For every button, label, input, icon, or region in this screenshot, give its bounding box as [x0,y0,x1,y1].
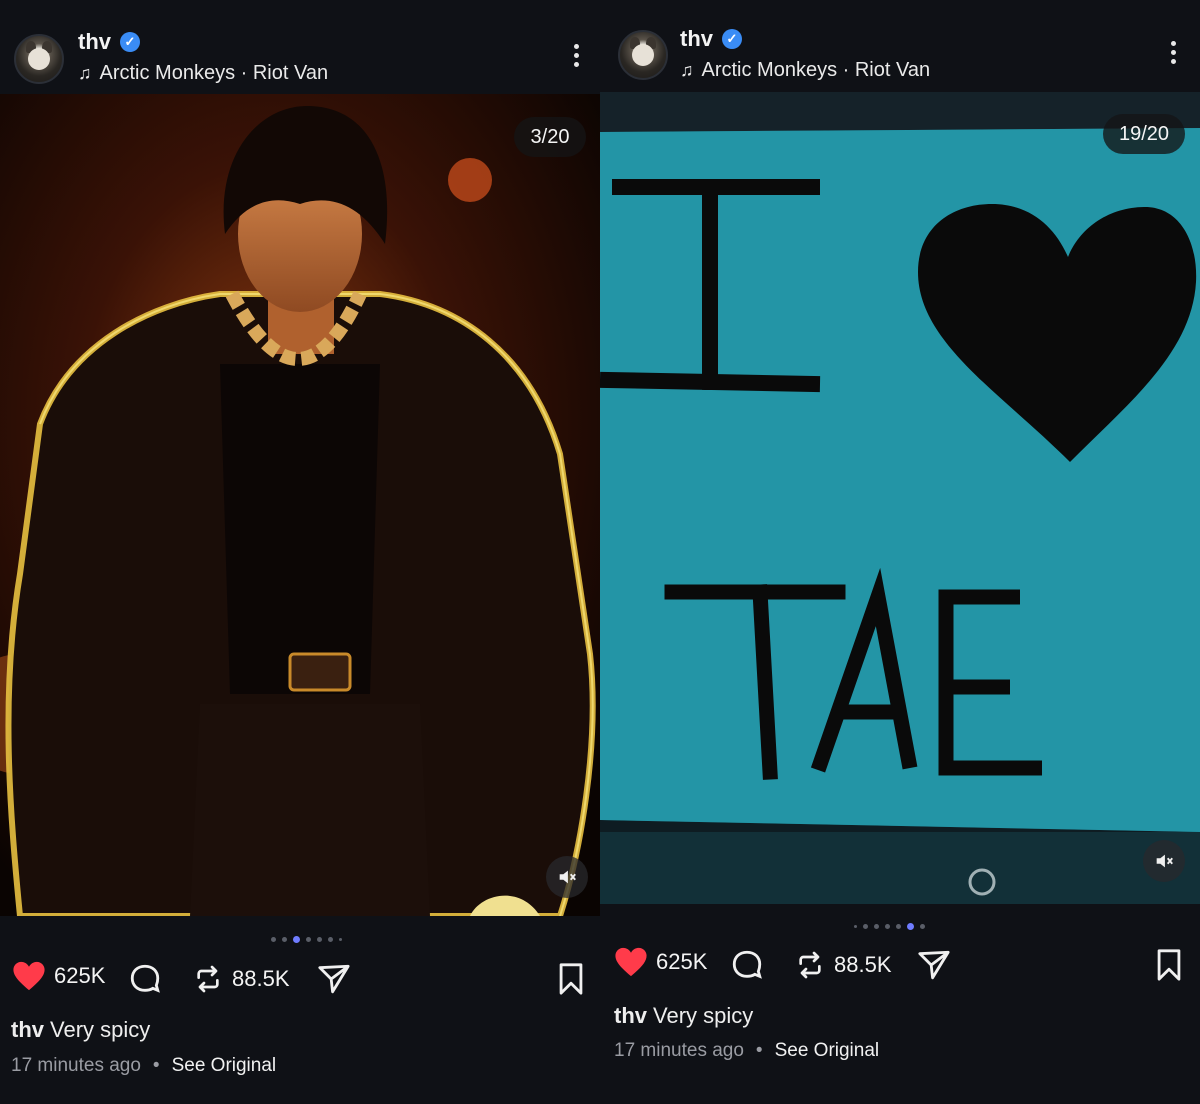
music-label[interactable]: ♫ Arctic Monkeys · Riot Van [78,62,328,85]
like-button[interactable]: 625K [12,960,105,992]
comment-icon [130,964,160,993]
post-meta: 17 minutes ago • See Original [614,1040,880,1061]
action-bar: 625K 88.5K [600,946,1200,990]
slide-counter: 19/20 [1103,114,1185,154]
verified-icon: ✓ [722,29,742,49]
username[interactable]: thv [680,26,713,52]
photo-performer [0,94,600,916]
music-text: Arctic Monkeys · Riot Van [701,59,931,81]
share-button[interactable] [316,962,352,996]
caption-text: Very spicy [50,1017,151,1042]
comment-icon [732,950,762,979]
heart-icon [13,961,45,991]
post-left: thv ✓ ♫ Arctic Monkeys · Riot Van 3/20 6… [0,0,600,1104]
caption-username[interactable]: thv [614,1003,647,1028]
carousel-dots [854,923,925,930]
like-count: 625K [656,949,708,974]
caption-username[interactable]: thv [11,1017,44,1042]
caption: thv Very spicy [614,1003,753,1029]
verified-icon: ✓ [120,32,140,52]
comment-button[interactable] [128,962,162,996]
like-button[interactable]: 625K [614,946,707,978]
bookmark-icon [1157,949,1181,981]
music-text: Arctic Monkeys · Riot Van [99,62,329,84]
repost-icon [799,951,821,979]
photo-fan-sign [600,92,1200,904]
bookmark-button[interactable] [556,962,586,996]
share-icon [918,950,950,980]
like-count: 625K [54,963,106,988]
carousel-dots [271,936,342,943]
share-button[interactable] [916,948,952,982]
caption: thv Very spicy [11,1017,150,1043]
more-icon[interactable] [566,40,586,80]
heart-icon [615,947,647,977]
username[interactable]: thv [78,29,111,55]
repost-count: 88.5K [834,952,892,977]
comment-button[interactable] [730,948,764,982]
bookmark-button[interactable] [1154,948,1184,982]
post-right: thv ✓ ♫ Arctic Monkeys · Riot Van 19/20 [600,0,1200,1104]
caption-text: Very spicy [653,1003,754,1028]
action-bar: 625K 88.5K [0,960,600,1004]
bookmark-icon [559,963,583,995]
share-icon [318,964,350,994]
repost-button[interactable]: 88.5K [794,948,892,982]
post-time: 17 minutes ago [11,1055,141,1076]
post-media[interactable]: 3/20 [0,94,600,916]
music-note-icon: ♫ [680,60,694,80]
music-note-icon: ♫ [78,63,92,83]
avatar[interactable] [14,34,64,84]
see-original-link[interactable]: See Original [172,1055,277,1076]
music-label[interactable]: ♫ Arctic Monkeys · Riot Van [680,59,930,82]
mute-icon[interactable] [1143,840,1185,882]
post-header: thv ✓ ♫ Arctic Monkeys · Riot Van [0,0,600,94]
post-header: thv ✓ ♫ Arctic Monkeys · Riot Van [600,0,1200,94]
repost-button[interactable]: 88.5K [192,962,290,996]
more-icon[interactable] [1163,37,1183,77]
repost-count: 88.5K [232,966,290,991]
repost-icon [197,965,219,993]
post-time: 17 minutes ago [614,1040,744,1061]
post-meta: 17 minutes ago • See Original [11,1055,277,1076]
see-original-link[interactable]: See Original [775,1040,880,1061]
slide-counter: 3/20 [514,117,586,157]
avatar[interactable] [618,30,668,80]
post-media[interactable]: 19/20 [600,92,1200,904]
mute-icon[interactable] [546,856,588,898]
